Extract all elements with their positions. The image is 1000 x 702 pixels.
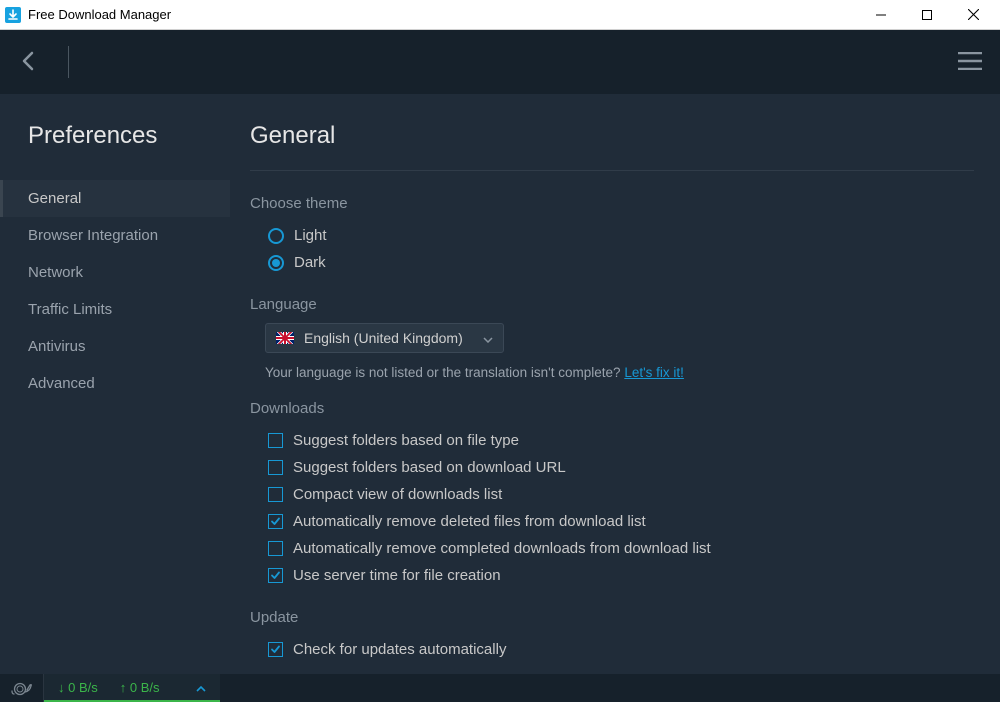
arrow-down-icon: ↓ bbox=[58, 680, 65, 695]
checkbox-icon bbox=[268, 642, 283, 657]
checkbox-icon bbox=[268, 433, 283, 448]
language-section-label: Language bbox=[250, 296, 974, 313]
downloads-option-3[interactable]: Automatically remove deleted files from … bbox=[250, 508, 974, 535]
downloads-option-2[interactable]: Compact view of downloads list bbox=[250, 481, 974, 508]
speed-indicator[interactable]: ↓ 0 B/s ↑ 0 B/s bbox=[44, 674, 220, 702]
checkbox-icon bbox=[268, 568, 283, 583]
update-section-label: Update bbox=[250, 609, 974, 626]
sidebar-title: Preferences bbox=[0, 122, 230, 180]
upload-speed: ↑ 0 B/s bbox=[120, 680, 160, 695]
content: General Choose theme LightDark Language … bbox=[230, 94, 1000, 674]
sidebar-item-traffic-limits[interactable]: Traffic Limits bbox=[0, 291, 230, 328]
theme-option-label: Light bbox=[294, 227, 327, 244]
checkbox-icon bbox=[268, 460, 283, 475]
uk-flag-icon bbox=[276, 332, 294, 344]
sidebar: Preferences GeneralBrowser IntegrationNe… bbox=[0, 94, 230, 674]
radio-icon bbox=[268, 228, 284, 244]
downloads-option-label: Compact view of downloads list bbox=[293, 486, 502, 503]
toolbar-divider bbox=[68, 46, 69, 78]
maximize-button[interactable] bbox=[904, 0, 950, 30]
minimize-button[interactable] bbox=[858, 0, 904, 30]
main-area: Preferences GeneralBrowser IntegrationNe… bbox=[0, 94, 1000, 674]
radio-icon bbox=[268, 255, 284, 271]
sidebar-item-browser-integration[interactable]: Browser Integration bbox=[0, 217, 230, 254]
theme-option-light[interactable]: Light bbox=[250, 222, 974, 249]
downloads-option-label: Suggest folders based on download URL bbox=[293, 459, 566, 476]
sidebar-item-antivirus[interactable]: Antivirus bbox=[0, 328, 230, 365]
language-note: Your language is not listed or the trans… bbox=[265, 365, 974, 380]
downloads-option-5[interactable]: Use server time for file creation bbox=[250, 562, 974, 589]
downloads-option-4[interactable]: Automatically remove completed downloads… bbox=[250, 535, 974, 562]
language-note-text: Your language is not listed or the trans… bbox=[265, 365, 624, 380]
status-bar: ↓ 0 B/s ↑ 0 B/s bbox=[0, 674, 1000, 702]
downloads-option-1[interactable]: Suggest folders based on download URL bbox=[250, 454, 974, 481]
page-heading: General bbox=[250, 122, 974, 171]
close-button[interactable] bbox=[950, 0, 996, 30]
downloads-option-label: Automatically remove completed downloads… bbox=[293, 540, 711, 557]
downloads-section-label: Downloads bbox=[250, 400, 974, 417]
downloads-option-label: Automatically remove deleted files from … bbox=[293, 513, 646, 530]
checkbox-icon bbox=[268, 541, 283, 556]
sidebar-item-general[interactable]: General bbox=[0, 180, 230, 217]
arrow-up-icon: ↑ bbox=[120, 680, 127, 695]
theme-option-label: Dark bbox=[294, 254, 326, 271]
downloads-option-label: Suggest folders based on file type bbox=[293, 432, 519, 449]
back-button[interactable] bbox=[10, 43, 46, 82]
download-speed-value: 0 B/s bbox=[68, 680, 98, 695]
speed-limit-button[interactable] bbox=[0, 674, 44, 702]
language-selected-value: English (United Kingdom) bbox=[304, 330, 463, 346]
download-speed: ↓ 0 B/s bbox=[58, 680, 98, 695]
downloads-option-0[interactable]: Suggest folders based on file type bbox=[250, 427, 974, 454]
toolbar bbox=[0, 30, 1000, 94]
menu-button[interactable] bbox=[950, 46, 990, 79]
theme-section-label: Choose theme bbox=[250, 195, 974, 212]
downloads-option-label: Use server time for file creation bbox=[293, 567, 501, 584]
chevron-down-icon bbox=[483, 330, 493, 346]
app-icon bbox=[4, 6, 22, 24]
chevron-up-icon bbox=[196, 680, 206, 695]
language-select[interactable]: English (United Kingdom) bbox=[265, 323, 504, 353]
theme-option-dark[interactable]: Dark bbox=[250, 249, 974, 276]
checkbox-icon bbox=[268, 514, 283, 529]
window-title: Free Download Manager bbox=[28, 7, 858, 22]
sidebar-item-advanced[interactable]: Advanced bbox=[0, 365, 230, 402]
update-option-0[interactable]: Check for updates automatically bbox=[250, 636, 974, 663]
update-option-label: Check for updates automatically bbox=[293, 641, 506, 658]
upload-speed-value: 0 B/s bbox=[130, 680, 160, 695]
title-bar: Free Download Manager bbox=[0, 0, 1000, 30]
sidebar-item-network[interactable]: Network bbox=[0, 254, 230, 291]
checkbox-icon bbox=[268, 487, 283, 502]
language-fix-link[interactable]: Let's fix it! bbox=[624, 365, 684, 380]
